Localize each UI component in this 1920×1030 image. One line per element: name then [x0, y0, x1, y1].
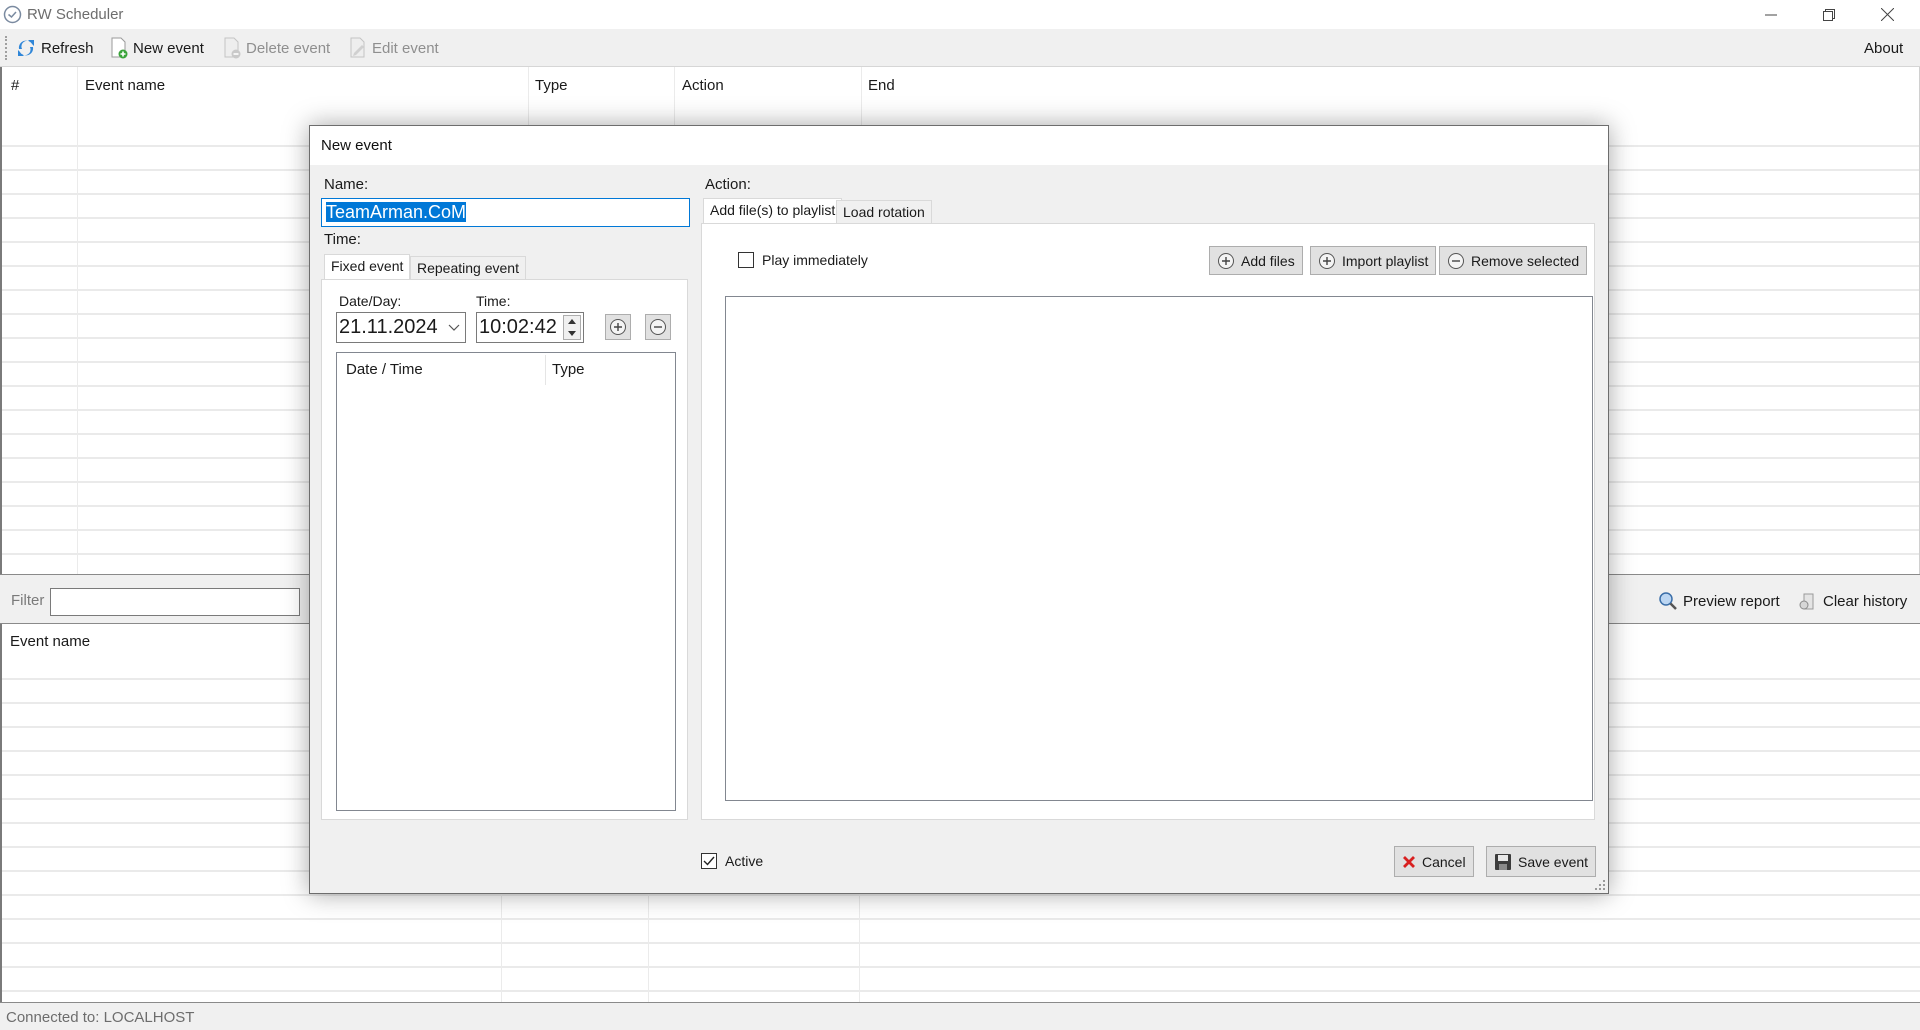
about-button[interactable]: About [1864, 34, 1903, 62]
new-event-button[interactable]: New event [109, 34, 204, 62]
tab-fixed-event[interactable]: Fixed event [324, 254, 411, 280]
delete-document-icon [224, 37, 241, 59]
refresh-icon [18, 40, 34, 56]
column-header-type[interactable]: Type [535, 77, 568, 94]
restore-icon [1823, 8, 1835, 21]
close-icon [1880, 8, 1894, 21]
tab-load-rotation[interactable]: Load rotation [836, 200, 932, 224]
minus-circle-icon [1448, 252, 1464, 269]
connection-status: Connected to: LOCALHOST [6, 1009, 195, 1026]
name-input[interactable]: TeamArman.CoM [321, 198, 690, 227]
date-picker[interactable]: 21.11.2024 [336, 312, 466, 343]
column-divider [859, 894, 860, 1002]
time-field-label: Time: [476, 293, 511, 309]
plus-circle-icon [1319, 252, 1335, 269]
column-divider [501, 894, 502, 1002]
fixed-event-panel: Date/Day: Time: 21.11.2024 10:02:42 Date… [321, 279, 688, 820]
resize-grip-icon[interactable] [1595, 880, 1605, 890]
schedule-list[interactable]: Date / Time Type [336, 352, 676, 811]
cancel-button[interactable]: Cancel [1394, 846, 1474, 877]
eraser-icon [1799, 593, 1814, 610]
toolbar-grip[interactable] [5, 36, 8, 60]
save-event-button[interactable]: Save event [1486, 846, 1597, 877]
refresh-button[interactable]: Refresh [15, 34, 94, 62]
toolbar: Refresh New event Delete event Edit even… [0, 29, 1920, 67]
floppy-disk-icon [1495, 853, 1511, 870]
spin-down-icon[interactable] [568, 331, 576, 336]
add-time-button[interactable] [605, 314, 631, 340]
new-event-dialog: New event Name: TeamArman.CoM Time: Fixe… [309, 125, 1609, 894]
magnifier-icon [1659, 592, 1677, 610]
column-header-end[interactable]: End [868, 77, 895, 94]
preview-report-button[interactable]: Preview report [1658, 588, 1780, 614]
column-header-type[interactable]: Type [552, 361, 585, 378]
x-icon [1403, 855, 1415, 868]
filter-input[interactable] [50, 588, 300, 616]
tab-add-files-to-playlist[interactable]: Add file(s) to playlist [703, 198, 843, 224]
action-label: Action: [705, 176, 751, 193]
column-header-event-name[interactable]: Event name [85, 77, 165, 94]
remove-selected-button[interactable]: Remove selected [1439, 246, 1588, 275]
column-divider [648, 894, 649, 1002]
window-title-bar: RW Scheduler [0, 0, 1920, 29]
checkmark-icon [703, 856, 715, 866]
date-label: Date/Day: [339, 293, 402, 309]
column-header-action[interactable]: Action [682, 77, 724, 94]
play-immediately-checkbox[interactable] [738, 252, 754, 268]
minus-circle-icon [650, 319, 666, 335]
dialog-title-bar[interactable]: New event [310, 126, 1608, 165]
status-bar: Connected to: LOCALHOST [0, 1002, 1920, 1030]
window-title: RW Scheduler [27, 6, 124, 23]
playlist-files-list[interactable] [725, 296, 1593, 801]
minimize-button[interactable] [1742, 0, 1800, 29]
spinner-buttons [563, 315, 581, 340]
minimize-icon [1765, 14, 1777, 15]
column-header-event-name[interactable]: Event name [10, 633, 90, 650]
time-spinner[interactable]: 10:02:42 [476, 312, 584, 343]
name-value: TeamArman.CoM [326, 202, 467, 222]
add-files-panel: Play immediately Add files Import playli… [701, 223, 1595, 820]
clock-icon [3, 5, 22, 24]
close-button[interactable] [1858, 0, 1916, 29]
play-immediately-option[interactable]: Play immediately [738, 252, 868, 268]
add-files-button[interactable]: Add files [1209, 246, 1303, 275]
active-checkbox[interactable] [701, 853, 717, 869]
delete-event-button[interactable]: Delete event [222, 34, 330, 62]
plus-circle-icon [610, 319, 626, 335]
column-header-number[interactable]: # [11, 77, 19, 94]
import-playlist-button[interactable]: Import playlist [1310, 246, 1437, 275]
column-divider [77, 67, 78, 574]
spin-up-icon[interactable] [568, 319, 576, 324]
filter-label: Filter [11, 592, 45, 609]
new-document-icon [111, 37, 128, 59]
chevron-down-icon[interactable] [448, 324, 460, 332]
edit-document-icon [350, 37, 365, 58]
edit-event-button[interactable]: Edit event [348, 34, 439, 62]
restore-button[interactable] [1800, 0, 1858, 29]
active-option[interactable]: Active [701, 853, 763, 869]
clear-history-button[interactable]: Clear history [1798, 588, 1907, 614]
column-header-date-time[interactable]: Date / Time [346, 361, 423, 378]
name-label: Name: [324, 176, 369, 193]
time-label: Time: [324, 231, 361, 248]
remove-time-button[interactable] [645, 314, 671, 340]
tab-repeating-event[interactable]: Repeating event [410, 256, 526, 280]
dialog-title: New event [321, 137, 392, 154]
column-divider [545, 355, 546, 385]
plus-circle-icon [1218, 252, 1234, 269]
